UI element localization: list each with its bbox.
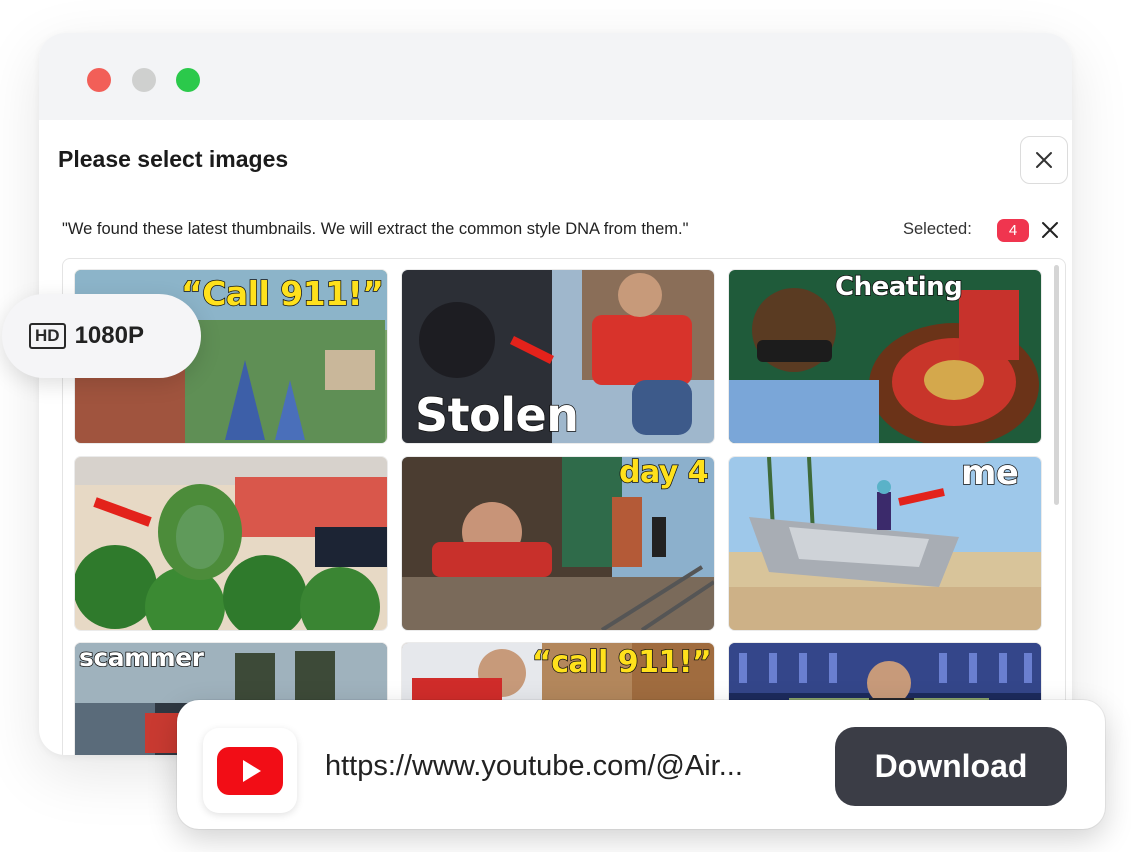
download-button[interactable]: Download: [835, 727, 1067, 806]
url-field[interactable]: https://www.youtube.com/@Air...: [325, 750, 743, 783]
watermelon-disguise-image: [75, 457, 387, 630]
clear-selection-icon[interactable]: [1041, 221, 1059, 239]
thumbnail-caption: day 4: [618, 457, 709, 491]
thumbnail-caption: “Call 911!”: [180, 273, 384, 314]
thumbnail-caption: “call 911!”: [531, 644, 712, 681]
youtube-icon: [217, 746, 283, 795]
thumbnail-caption: scammer: [78, 643, 204, 673]
grid-scrollbar[interactable]: [1054, 265, 1059, 505]
thumbnail-6[interactable]: me: [729, 457, 1041, 630]
title-bar: [39, 33, 1072, 120]
url-input-bar: https://www.youtube.com/@Air... Download: [177, 700, 1105, 829]
selected-label: Selected:: [903, 220, 972, 238]
app-window: Please select images "We found these lat…: [39, 33, 1072, 755]
thumbnail-5[interactable]: day 4: [402, 457, 714, 630]
thumbnail-caption: Cheating: [834, 271, 963, 303]
resolution-badge: HD 1080P: [2, 294, 201, 378]
thumbnail-2[interactable]: Stolen: [402, 270, 714, 443]
close-window-dot[interactable]: [87, 68, 111, 92]
dialog-title: Please select images: [58, 146, 289, 172]
hd-icon: HD: [29, 323, 66, 349]
thumbnail-caption: Stolen: [414, 387, 579, 443]
youtube-icon-tile: [203, 728, 297, 813]
close-dialog-button[interactable]: [1020, 136, 1068, 184]
dialog-subtitle: "We found these latest thumbnails. We wi…: [62, 220, 689, 238]
resolution-label: 1080P: [74, 322, 144, 349]
selected-count-badge: 4: [997, 219, 1029, 242]
close-icon: [1036, 152, 1052, 168]
maximize-window-dot[interactable]: [176, 68, 200, 92]
thumbnail-3[interactable]: Cheating: [729, 270, 1041, 443]
minimize-window-dot[interactable]: [132, 68, 156, 92]
thumbnail-caption: me: [960, 457, 1019, 494]
thumbnail-4[interactable]: [75, 457, 387, 630]
